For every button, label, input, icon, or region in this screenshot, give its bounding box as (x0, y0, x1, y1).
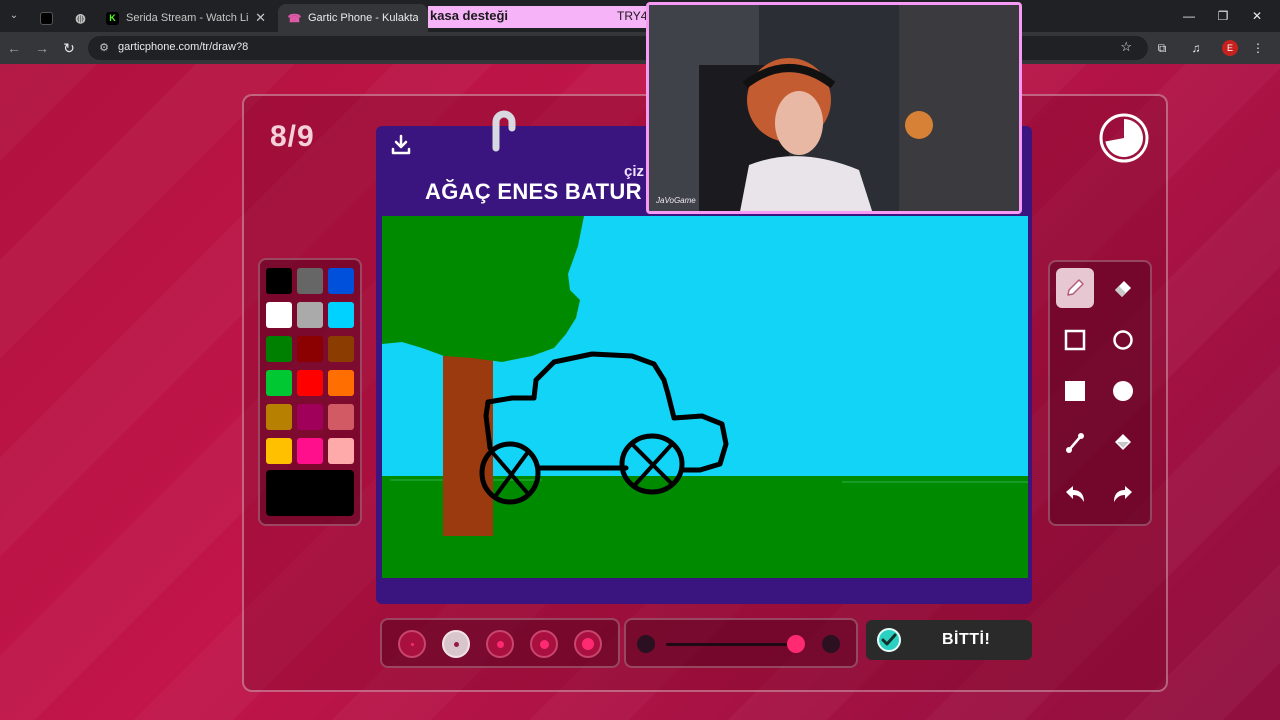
done-button-label: BİTTİ! (942, 631, 991, 648)
eraser-icon (1115, 281, 1131, 297)
tab-title: Gartic Phone - Kulaktan Kulağa (308, 12, 418, 24)
tree-trunk-stroke (443, 344, 493, 536)
rectangle-outline-tool[interactable] (1056, 320, 1094, 360)
circle-outline-tool[interactable] (1104, 320, 1142, 360)
opacity-max-icon (822, 635, 840, 653)
color-swatch[interactable] (266, 302, 292, 328)
maximize-icon[interactable]: ❐ (1208, 6, 1238, 26)
fill-bucket-tool[interactable] (1104, 423, 1142, 463)
color-swatch[interactable] (328, 268, 354, 294)
url-text: garticphone.com/tr/draw?8 (118, 41, 249, 53)
rectangle-filled-tool[interactable] (1056, 371, 1094, 411)
color-swatch[interactable] (297, 404, 323, 430)
circle-filled-tool[interactable] (1104, 371, 1142, 411)
tab-kick-stream[interactable]: K Serida Stream - Watch Live on Kick ✕ (96, 4, 276, 32)
line-icon (1066, 433, 1084, 453)
profile-avatar[interactable]: E (1222, 40, 1238, 56)
color-swatch[interactable] (266, 370, 292, 396)
kick-favicon-icon: K (106, 11, 119, 25)
binder-ring-icon (492, 110, 516, 152)
brush-size-dot (453, 641, 459, 647)
brush-size-dot (496, 640, 504, 648)
pinned-tab-2[interactable]: ◍ (64, 4, 94, 32)
opacity-min-icon (637, 635, 655, 653)
bookmark-star-icon[interactable]: ☆ (1120, 39, 1132, 55)
pencil-tool[interactable] (1056, 268, 1094, 308)
color-swatch[interactable] (297, 268, 323, 294)
eraser-tool[interactable] (1104, 268, 1142, 308)
undo-tool[interactable] (1056, 474, 1094, 514)
color-swatch[interactable] (266, 404, 292, 430)
color-swatch[interactable] (266, 438, 292, 464)
pencil-icon (1067, 279, 1084, 296)
minimize-icon[interactable]: — (1174, 6, 1204, 26)
drawing-canvas[interactable] (382, 216, 1028, 578)
color-swatch[interactable] (266, 336, 292, 362)
redo-icon (1114, 486, 1132, 502)
brush-size-button[interactable] (398, 630, 426, 658)
site-settings-icon[interactable]: ⚙ (96, 40, 112, 56)
color-swatch[interactable] (328, 302, 354, 328)
redo-tool[interactable] (1104, 474, 1142, 514)
color-swatch[interactable] (328, 438, 354, 464)
globe-icon: ◍ (75, 11, 86, 25)
canvas-drawing (382, 216, 1028, 578)
color-swatch[interactable] (297, 302, 323, 328)
pinned-tab-icon (40, 11, 53, 25)
circle-filled-icon (1113, 381, 1133, 401)
color-swatch[interactable] (297, 336, 323, 362)
line-tool[interactable] (1056, 423, 1094, 463)
tab-close-icon[interactable]: ✕ (255, 10, 266, 26)
brush-size-button[interactable] (442, 630, 470, 658)
tree-leaves-stroke (382, 216, 584, 362)
paint-bucket-icon (1115, 434, 1131, 450)
color-swatch[interactable] (328, 370, 354, 396)
donation-text: kasa desteği (430, 8, 509, 23)
tab-search-chevron-icon[interactable]: ⌄ (6, 8, 22, 24)
circle-outline-icon (1113, 330, 1133, 350)
close-window-icon[interactable]: ✕ (1242, 6, 1272, 26)
browser-toolbar: ← → ↻ ⚙ garticphone.com/tr/draw?8 ☆ ⧉ ♫ … (0, 32, 1280, 64)
tab-gartic-phone[interactable]: ☎ Gartic Phone - Kulaktan Kulağa (278, 4, 428, 32)
brush-size-button[interactable] (530, 630, 558, 658)
opacity-slider-fill (666, 643, 797, 646)
menu-kebab-icon[interactable]: ⋮ (1250, 40, 1266, 56)
brush-size-dot (539, 639, 549, 649)
phone-favicon-icon: ☎ (287, 12, 302, 25)
webcam-overlay (646, 2, 1022, 214)
car-body-stroke (483, 351, 729, 473)
current-color-preview (266, 470, 354, 516)
timer-icon (1099, 113, 1149, 163)
drawing-prompt: AĞAÇ ENES BATUR (425, 179, 642, 204)
donation-code: TRY4 (617, 9, 648, 23)
color-swatch[interactable] (297, 438, 323, 464)
streamer-tag: JaVoGame (656, 196, 696, 205)
check-badge-icon (877, 628, 901, 652)
forward-icon[interactable]: → (32, 38, 52, 58)
color-swatch[interactable] (328, 336, 354, 362)
color-swatch[interactable] (297, 370, 323, 396)
brush-size-button[interactable] (574, 630, 602, 658)
brush-size-button[interactable] (486, 630, 514, 658)
brush-size-dot (410, 642, 414, 646)
undo-icon (1066, 486, 1084, 502)
color-swatch[interactable] (328, 404, 354, 430)
tab-title: Serida Stream - Watch Live on Kick (126, 12, 249, 24)
webcam-feed (649, 5, 1019, 211)
brush-size-dot (582, 638, 594, 650)
download-icon[interactable] (390, 134, 412, 156)
pinned-tab[interactable] (30, 4, 66, 32)
reload-icon[interactable]: ↻ (59, 38, 79, 58)
square-filled-icon (1065, 381, 1085, 401)
extensions-icon[interactable]: ⧉ (1154, 40, 1170, 56)
round-counter: 8/9 (270, 120, 315, 153)
back-icon[interactable]: ← (4, 38, 24, 58)
draw-instruction: çiz (624, 163, 645, 180)
square-outline-icon (1064, 329, 1086, 351)
media-control-icon[interactable]: ♫ (1188, 40, 1204, 56)
color-swatch[interactable] (266, 268, 292, 294)
